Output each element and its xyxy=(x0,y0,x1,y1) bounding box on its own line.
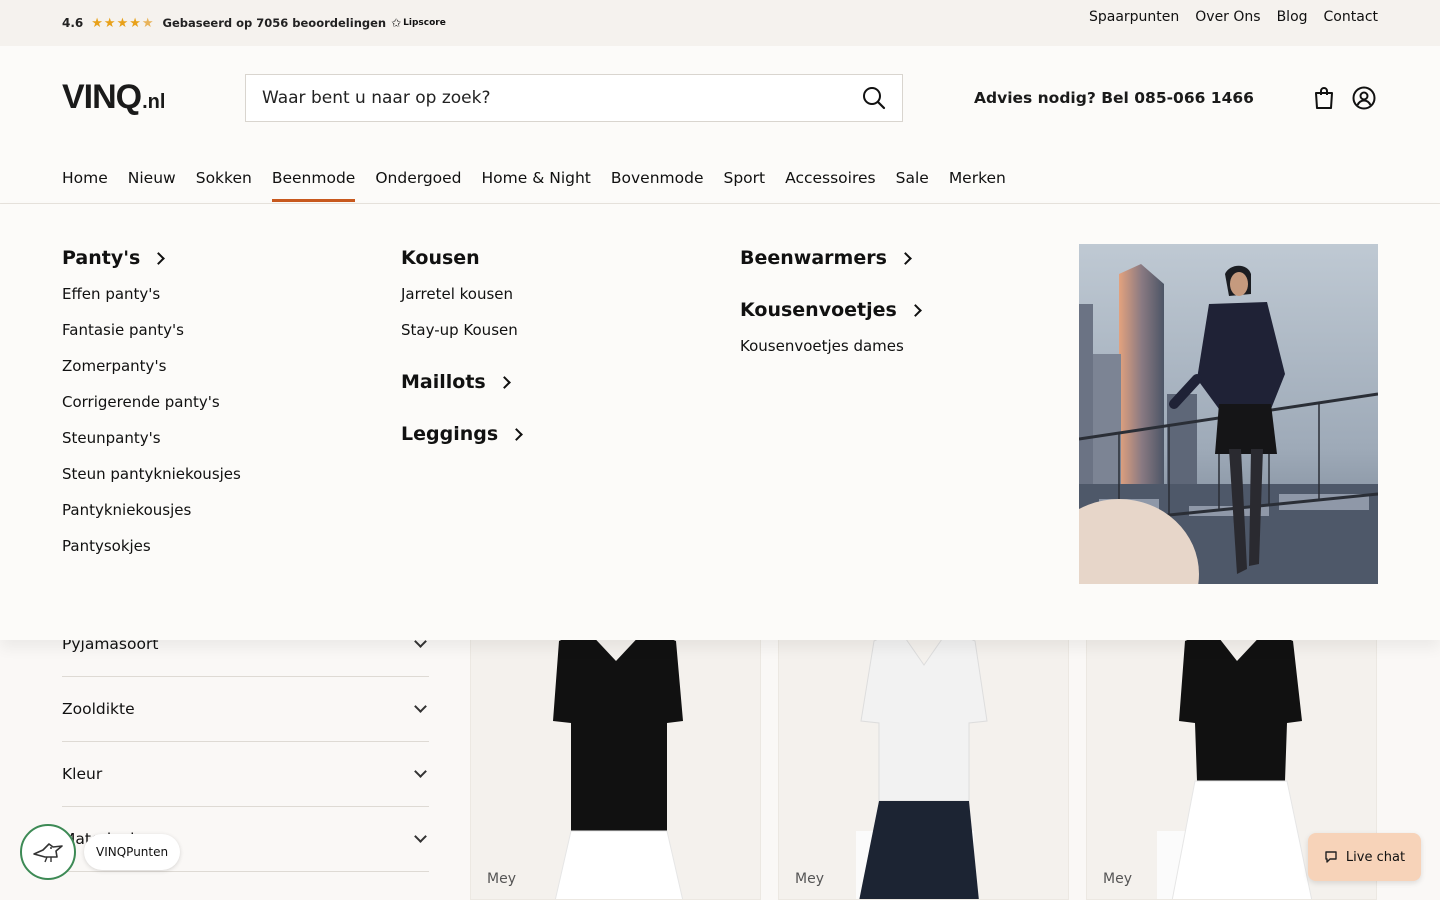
search-bar xyxy=(245,74,903,122)
search-input[interactable] xyxy=(262,88,846,108)
link-spaarpunten[interactable]: Spaarpunten xyxy=(1089,9,1179,25)
nav-sale[interactable]: Sale xyxy=(896,164,929,202)
search-icon[interactable] xyxy=(846,75,902,121)
menu-link[interactable]: Pantykniekousjes xyxy=(62,496,241,532)
menu-link[interactable]: Stay-up Kousen xyxy=(401,316,521,352)
chevron-down-icon xyxy=(414,764,427,778)
nav-ondergoed[interactable]: Ondergoed xyxy=(375,164,461,202)
product-image xyxy=(553,629,684,899)
menu-heading-beenwarmers[interactable]: Beenwarmers xyxy=(740,244,920,272)
rating-score: 4.6 xyxy=(62,16,84,30)
menu-link[interactable]: Steunpanty's xyxy=(62,424,241,460)
chat-icon xyxy=(1325,851,1337,863)
bird-icon xyxy=(33,843,63,863)
cart-icon[interactable] xyxy=(1312,86,1336,110)
vinq-points-label[interactable]: VINQPunten xyxy=(84,834,181,870)
menu-link[interactable]: Effen panty's xyxy=(62,280,241,316)
link-over-ons[interactable]: Over Ons xyxy=(1195,9,1260,25)
menu-promo-image[interactable] xyxy=(1079,244,1378,584)
nav-nieuw[interactable]: Nieuw xyxy=(128,164,176,202)
advice-phone[interactable]: Advies nodig? Bel 085-066 1466 xyxy=(974,89,1254,107)
chevron-right-icon xyxy=(510,428,524,441)
menu-heading-kousen[interactable]: Kousen xyxy=(401,244,521,272)
live-chat-button[interactable]: Live chat xyxy=(1308,833,1421,881)
chevron-right-icon xyxy=(497,376,511,389)
nav-home-night[interactable]: Home & Night xyxy=(482,164,591,202)
vinq-points-badge[interactable] xyxy=(20,824,76,880)
chevron-right-icon xyxy=(899,252,912,265)
main-nav: Home Nieuw Sokken Beenmode Ondergoed Hom… xyxy=(62,164,1026,204)
menu-link[interactable]: Corrigerende panty's xyxy=(62,388,241,424)
nav-accessoires[interactable]: Accessoires xyxy=(785,164,876,202)
nav-home[interactable]: Home xyxy=(62,164,108,202)
rating-stars-icon: ★ ★ ★ ★ ★ xyxy=(91,15,154,31)
menu-link[interactable]: Kousenvoetjes dames xyxy=(740,332,920,368)
rating-text: Gebaseerd op 7056 beoordelingen xyxy=(162,16,387,30)
lipscore-logo: ✩ Lipscore xyxy=(391,16,446,30)
menu-heading-pantys[interactable]: Panty's xyxy=(62,244,241,272)
menu-column-kousen: Kousen Jarretel kousen Stay-up Kousen Ma… xyxy=(401,244,524,456)
menu-link[interactable]: Fantasie panty's xyxy=(62,316,241,352)
top-links: Spaarpunten Over Ons Blog Contact xyxy=(1089,9,1378,25)
menu-column-pantys: Panty's Effen panty's Fantasie panty's Z… xyxy=(62,244,241,568)
product-image xyxy=(856,628,988,899)
chevron-right-icon xyxy=(152,252,166,265)
product-brand: Mey xyxy=(487,871,516,887)
product-card[interactable]: Mey xyxy=(778,600,1069,900)
menu-link[interactable]: Steun pantykniekousjes xyxy=(62,460,241,496)
link-blog[interactable]: Blog xyxy=(1277,9,1308,25)
menu-heading-kousenvoetjes[interactable]: Kousenvoetjes xyxy=(740,296,922,324)
link-contact[interactable]: Contact xyxy=(1324,9,1378,25)
menu-heading-leggings[interactable]: Leggings xyxy=(401,420,524,448)
nav-sokken[interactable]: Sokken xyxy=(196,164,252,202)
product-card[interactable]: Mey xyxy=(470,600,761,900)
user-account-icon[interactable] xyxy=(1352,86,1376,110)
site-logo[interactable]: VINQ .nl xyxy=(62,78,165,117)
top-bar: 4.6 ★ ★ ★ ★ ★ Gebaseerd op 7056 beoordelinge… xyxy=(0,0,1440,46)
menu-heading-maillots[interactable]: Maillots xyxy=(401,368,521,396)
nav-merken[interactable]: Merken xyxy=(949,164,1006,202)
menu-link[interactable]: Jarretel kousen xyxy=(401,280,521,316)
rating-summary[interactable]: 4.6 ★ ★ ★ ★ ★ Gebaseerd op 7056 beoordelinge… xyxy=(62,14,446,32)
filter-sidebar: Pyjamasoort Zooldikte Kleur Materiaal xyxy=(62,612,429,872)
product-brand: Mey xyxy=(795,871,824,887)
filter-kleur[interactable]: Kleur xyxy=(62,742,429,807)
nav-beenmode[interactable]: Beenmode xyxy=(271,164,355,202)
chevron-down-icon xyxy=(414,829,427,843)
chevron-down-icon xyxy=(414,699,427,713)
filter-zooldikte[interactable]: Zooldikte xyxy=(62,677,429,742)
menu-column-beenwarmers: Beenwarmers Kousenvoetjes Kousenvoetjes … xyxy=(740,244,922,368)
nav-sport[interactable]: Sport xyxy=(724,164,766,202)
beenmode-mega-menu: Panty's Effen panty's Fantasie panty's Z… xyxy=(0,204,1440,640)
menu-link[interactable]: Zomerpanty's xyxy=(62,352,241,388)
site-header: VINQ.nl Advies nodig? Bel 085-066 1466 H… xyxy=(0,46,1440,204)
nav-bovenmode[interactable]: Bovenmode xyxy=(611,164,704,202)
chevron-right-icon xyxy=(908,304,922,317)
product-brand: Mey xyxy=(1103,871,1132,887)
menu-link[interactable]: Pantysokjes xyxy=(62,532,241,568)
